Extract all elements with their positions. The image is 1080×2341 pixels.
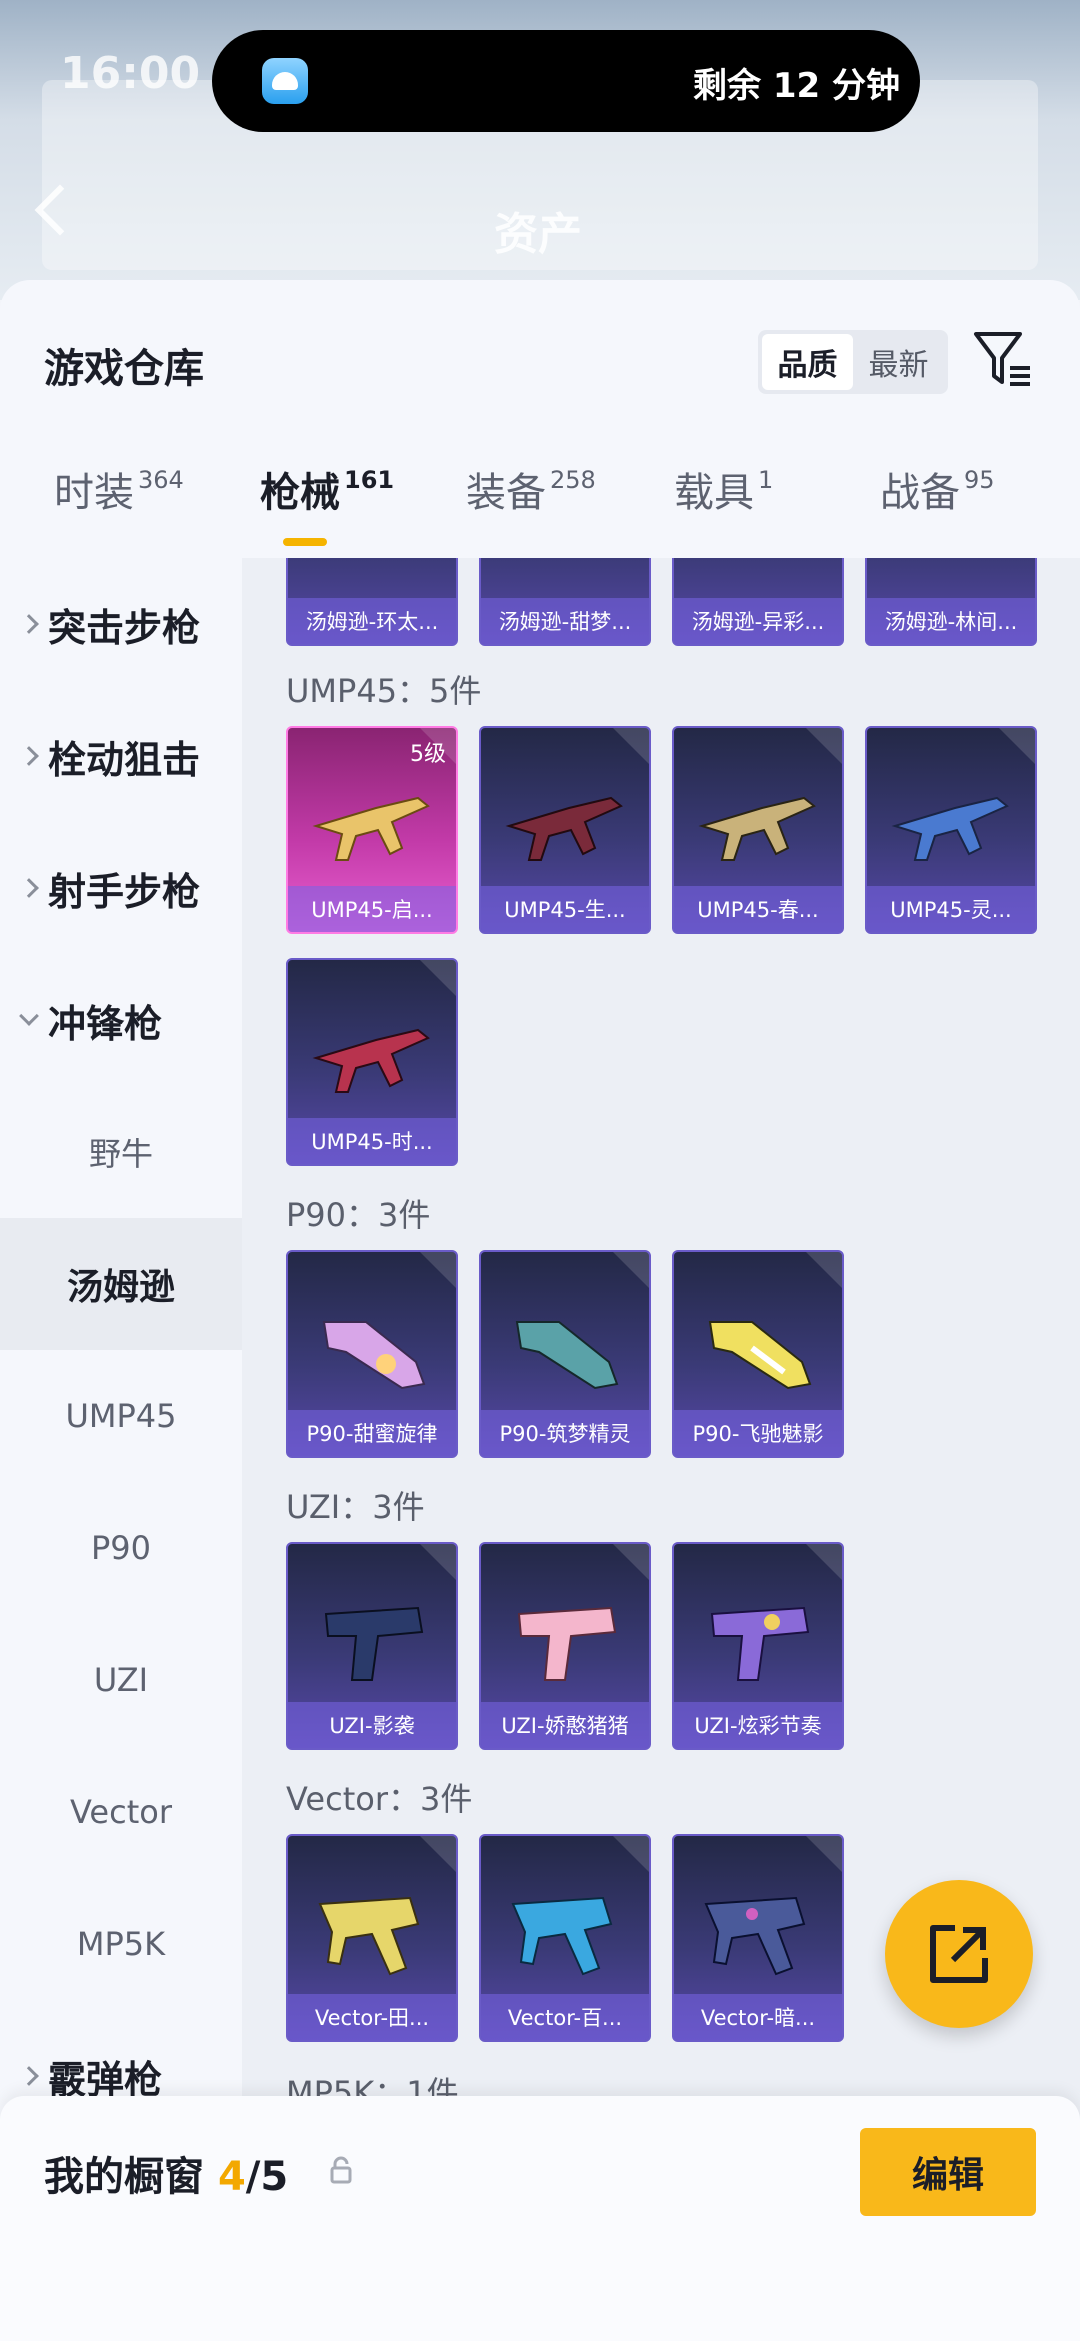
- weapon-card[interactable]: 汤姆逊-异彩...: [672, 558, 844, 646]
- gun-image-icon: [515, 1321, 619, 1390]
- tab-fashion[interactable]: 时装 364: [54, 460, 184, 518]
- weapon-card[interactable]: Vector-田...: [286, 1834, 458, 2042]
- category-bolt-sniper[interactable]: 栓动狙击: [0, 690, 242, 822]
- dynamic-island[interactable]: 剩余 12 分钟: [212, 30, 920, 132]
- section-title-vector: Vector：3件: [286, 1780, 473, 1818]
- gun-image-icon: [505, 796, 623, 861]
- sub-uzi[interactable]: UZI: [0, 1614, 242, 1746]
- sheet-title: 游戏仓库: [44, 346, 204, 392]
- gun-image-icon: [511, 1896, 613, 1976]
- gun-image-icon: [891, 796, 1009, 861]
- section-title-p90: P90：3件: [286, 1196, 431, 1234]
- showcase-label: 我的橱窗 4/5: [44, 2154, 289, 2200]
- filter-icon[interactable]: [972, 328, 1034, 390]
- tab-firearms[interactable]: 枪械 161: [260, 460, 394, 518]
- weapon-card[interactable]: 汤姆逊-环太...: [286, 558, 458, 646]
- gun-image-icon: [708, 1321, 812, 1390]
- gun-image-icon: [312, 796, 430, 861]
- showcase-count-current: 4: [217, 2154, 246, 2200]
- sub-p90[interactable]: P90: [0, 1482, 242, 1614]
- tab-supplies[interactable]: 战备 95: [880, 460, 995, 518]
- sub-ump45[interactable]: UMP45: [0, 1350, 242, 1482]
- section-title-ump45: UMP45：5件: [286, 672, 482, 710]
- weapon-card[interactable]: UMP45-生...: [479, 726, 651, 934]
- gun-image-icon: [322, 1321, 426, 1390]
- chevron-right-icon: [19, 2066, 39, 2086]
- weapon-card[interactable]: P90-飞驰魅影: [672, 1250, 844, 1458]
- tab-equipment[interactable]: 装备 258: [466, 460, 596, 518]
- weapon-category-list: 突击步枪 栓动狙击 射手步枪 冲锋枪 野牛 汤姆逊 UMP45 P90 UZI …: [0, 558, 242, 2341]
- share-button[interactable]: [885, 1880, 1033, 2028]
- category-assault-rifle[interactable]: 突击步枪: [0, 558, 242, 690]
- gun-image-icon: [324, 1606, 424, 1681]
- gun-image-icon: [698, 796, 816, 861]
- app-icon: [262, 58, 308, 104]
- tab-vehicles[interactable]: 载具 1: [674, 460, 773, 518]
- gun-image-icon: [312, 1028, 430, 1093]
- sub-bizon[interactable]: 野牛: [0, 1086, 242, 1218]
- sort-latest-button[interactable]: 最新: [853, 334, 944, 390]
- chevron-down-icon: [19, 1006, 39, 1026]
- category-marksman-rifle[interactable]: 射手步枪: [0, 822, 242, 954]
- category-smg[interactable]: 冲锋枪: [0, 954, 242, 1086]
- chevron-right-icon: [19, 614, 39, 634]
- gun-image-icon: [318, 1896, 420, 1976]
- showcase-count-total: /5: [245, 2154, 289, 2200]
- weapon-card[interactable]: UZI-影袭: [286, 1542, 458, 1750]
- sub-thompson[interactable]: 汤姆逊: [0, 1218, 242, 1350]
- level-badge: 5级: [410, 742, 446, 767]
- sort-quality-button[interactable]: 品质: [762, 334, 853, 390]
- category-tabs: 时装 364 枪械 161 装备 258 载具 1 战备 95: [0, 460, 1080, 560]
- weapon-card[interactable]: Vector-百...: [479, 1834, 651, 2042]
- section-title-uzi: UZI：3件: [286, 1488, 425, 1526]
- showcase-bar: 我的橱窗 4/5 编辑: [0, 2096, 1080, 2341]
- weapon-card[interactable]: 汤姆逊-林间...: [865, 558, 1037, 646]
- chevron-right-icon: [19, 746, 39, 766]
- weapon-card[interactable]: UZI-娇憨猪猪: [479, 1542, 651, 1750]
- weapon-grid-area: 汤姆逊-环太... 汤姆逊-甜梦... 汤姆逊-异彩... 汤姆逊-林间... …: [242, 558, 1080, 2341]
- gun-image-icon: [517, 1606, 617, 1681]
- weapon-card[interactable]: 汤姆逊-甜梦...: [479, 558, 651, 646]
- gun-image-icon: [704, 1896, 806, 1976]
- gun-image-icon: [710, 1606, 810, 1681]
- external-share-icon: [930, 1925, 988, 1983]
- active-tab-indicator: [283, 538, 327, 546]
- edit-button[interactable]: 编辑: [860, 2128, 1036, 2216]
- status-time: 16:00: [60, 48, 201, 99]
- weapon-card[interactable]: UMP45-时...: [286, 958, 458, 1166]
- weapon-card[interactable]: UZI-炫彩节奏: [672, 1542, 844, 1750]
- weapon-card[interactable]: 5级 UMP45-启...: [286, 726, 458, 934]
- sub-vector[interactable]: Vector: [0, 1746, 242, 1878]
- sub-mp5k[interactable]: MP5K: [0, 1878, 242, 2010]
- lock-icon[interactable]: [330, 2156, 352, 2184]
- weapon-card[interactable]: P90-筑梦精灵: [479, 1250, 651, 1458]
- weapon-card[interactable]: Vector-暗...: [672, 1834, 844, 2042]
- chevron-right-icon: [19, 878, 39, 898]
- sort-toggle: 品质 最新: [758, 330, 948, 394]
- island-timer-text: 剩余 12 分钟: [693, 66, 900, 106]
- weapon-card[interactable]: UMP45-春...: [672, 726, 844, 934]
- weapon-card[interactable]: P90-甜蜜旋律: [286, 1250, 458, 1458]
- weapon-card[interactable]: UMP45-灵...: [865, 726, 1037, 934]
- page-title: 资产: [494, 209, 582, 260]
- warehouse-sheet: 游戏仓库 品质 最新 时装 364 枪械 161 装备 258 载具 1 战备 95 突击…: [0, 280, 1080, 2341]
